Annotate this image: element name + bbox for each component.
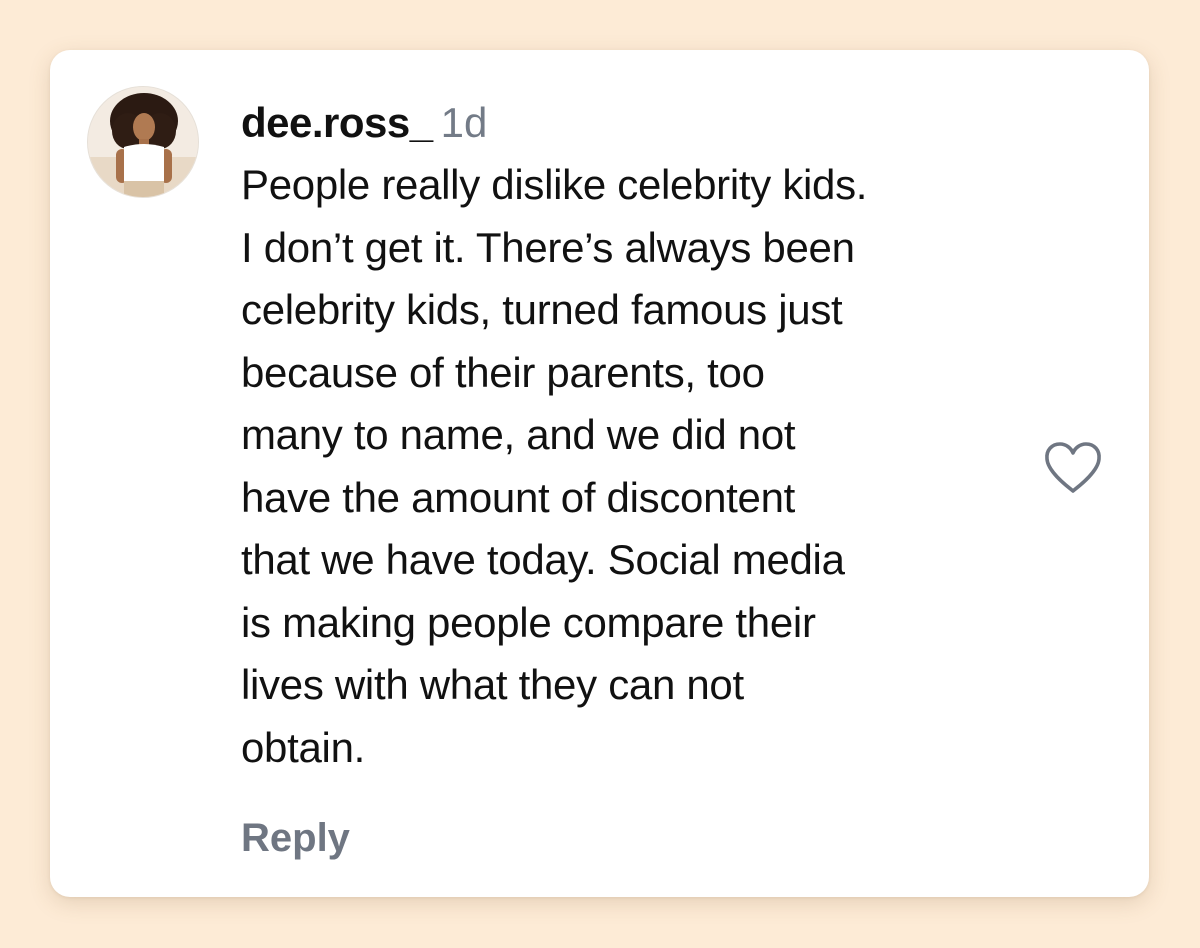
- avatar-photo-icon: [88, 87, 198, 197]
- username-link[interactable]: dee.ross_: [241, 99, 433, 146]
- comment-card: dee.ross_ 1d People really dislike celebr…: [50, 50, 1149, 897]
- reply-button[interactable]: Reply: [241, 810, 350, 866]
- comment-header: dee.ross_ 1d: [241, 92, 1041, 154]
- timestamp: 1d: [440, 99, 488, 146]
- heart-outline-icon: [1045, 442, 1101, 493]
- comment-body: dee.ross_ 1d People really dislike celebr…: [241, 92, 1041, 779]
- avatar[interactable]: [87, 86, 199, 198]
- comment-text: People really dislike celebrity kids. I …: [241, 161, 868, 771]
- like-button[interactable]: [1042, 440, 1104, 496]
